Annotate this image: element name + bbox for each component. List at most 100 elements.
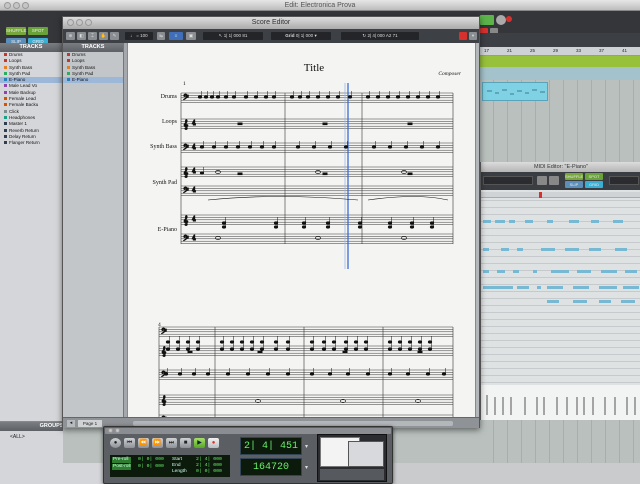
trim-tool-button[interactable]: ◧ bbox=[77, 32, 86, 40]
score-zoom-button[interactable] bbox=[85, 19, 92, 26]
velocity-stalks bbox=[486, 395, 636, 415]
midi-note[interactable] bbox=[613, 220, 623, 223]
go-to-end-button[interactable]: ⏭ bbox=[166, 438, 177, 448]
post-roll-value[interactable]: 0| 0| 000 bbox=[138, 464, 164, 469]
pre-roll-label[interactable]: Pre-roll bbox=[112, 457, 131, 463]
midi-note[interactable] bbox=[547, 220, 553, 223]
midi-note[interactable] bbox=[551, 270, 569, 273]
midi-note[interactable] bbox=[525, 220, 533, 223]
midi-note[interactable] bbox=[589, 248, 601, 251]
note-head bbox=[345, 372, 351, 376]
midi-note[interactable] bbox=[573, 300, 587, 303]
midi-note[interactable] bbox=[569, 220, 579, 223]
midi-note[interactable] bbox=[533, 270, 537, 273]
close-window-button[interactable] bbox=[4, 2, 11, 9]
sub-counter[interactable]: 164720 bbox=[240, 458, 302, 476]
midi-note[interactable] bbox=[599, 286, 617, 289]
midi-slip-button[interactable]: SLIP bbox=[565, 181, 583, 188]
note-head bbox=[273, 340, 279, 344]
midi-note[interactable] bbox=[509, 220, 515, 223]
play-button[interactable]: ▶ bbox=[194, 438, 205, 448]
mini-window-thumbnail[interactable] bbox=[317, 434, 387, 482]
window-menu-button[interactable]: ▾ bbox=[469, 32, 477, 40]
online-button[interactable]: ● bbox=[110, 438, 121, 448]
midi-note[interactable] bbox=[565, 248, 579, 251]
midi-view-button[interactable] bbox=[537, 176, 547, 185]
grid-display[interactable]: Grid 0| 1| 000 ▾ bbox=[271, 32, 331, 40]
midi-shuffle-button[interactable]: SHUFFLE bbox=[565, 173, 583, 180]
record-enable-button[interactable]: ● bbox=[208, 438, 219, 448]
prev-page-icon[interactable]: ◂ bbox=[67, 420, 75, 427]
main-counter-menu-icon[interactable]: ▾ bbox=[305, 443, 308, 450]
midi-note[interactable] bbox=[621, 300, 635, 303]
midi-note[interactable] bbox=[541, 248, 555, 251]
link-button[interactable]: ≡ bbox=[169, 32, 183, 40]
spot-mode-button[interactable]: SPOT bbox=[28, 27, 48, 35]
midi-note[interactable] bbox=[547, 300, 559, 303]
midi-note[interactable] bbox=[517, 248, 523, 251]
midi-grid-button[interactable]: GRID bbox=[585, 181, 603, 188]
midi-note[interactable] bbox=[599, 300, 611, 303]
midi-note[interactable] bbox=[577, 270, 591, 273]
select-tool-button[interactable]: ⌶ bbox=[88, 32, 97, 40]
zoom-tool-button[interactable]: ⊕ bbox=[66, 32, 75, 40]
midi-note[interactable] bbox=[547, 286, 563, 289]
velocity-lane[interactable] bbox=[481, 385, 640, 420]
midi-note[interactable] bbox=[483, 248, 489, 251]
stop-button[interactable]: ■ bbox=[180, 438, 191, 448]
shuffle-mode-button[interactable]: SHUFFLE bbox=[6, 27, 27, 35]
midi-note[interactable] bbox=[623, 286, 639, 289]
record-enable-icon[interactable] bbox=[506, 16, 512, 22]
mirror-button[interactable]: ⇋ bbox=[157, 32, 165, 40]
midi-note[interactable] bbox=[501, 248, 509, 251]
midi-note[interactable] bbox=[483, 286, 513, 289]
midi-note[interactable] bbox=[513, 270, 519, 273]
track-options-button[interactable]: ▣ bbox=[186, 32, 196, 40]
midi-note[interactable] bbox=[497, 270, 505, 273]
grabber-tool-button[interactable]: ✋ bbox=[99, 32, 108, 40]
midi-note[interactable] bbox=[517, 286, 529, 289]
midi-note[interactable] bbox=[625, 270, 637, 273]
start-value[interactable]: 2| 4| 000 bbox=[196, 457, 222, 462]
record-mode-icon[interactable] bbox=[496, 15, 506, 25]
midi-note-grid[interactable] bbox=[481, 190, 640, 420]
midi-note[interactable] bbox=[537, 286, 541, 289]
transport-close-button[interactable] bbox=[108, 428, 113, 433]
score-close-button[interactable] bbox=[67, 19, 74, 26]
tempo-display[interactable]: ♩ = 100 bbox=[125, 32, 153, 40]
length-value[interactable]: 0| 0| 000 bbox=[196, 469, 222, 474]
midi-note[interactable] bbox=[601, 270, 617, 273]
score-page[interactable]: Title Composer 1 4 Drums Loops Synth Bas… bbox=[127, 43, 475, 427]
page-tab[interactable]: Page 1 bbox=[78, 420, 102, 427]
pencil-tool-button[interactable]: ✎ bbox=[110, 32, 119, 40]
minimize-window-button[interactable] bbox=[13, 2, 20, 9]
zoom-window-button[interactable] bbox=[22, 2, 29, 9]
midi-note[interactable] bbox=[573, 286, 589, 289]
rewind-button[interactable]: ⏪ bbox=[138, 438, 149, 448]
midi-tool-selector[interactable] bbox=[483, 176, 533, 185]
score-vertical-scrollbar[interactable] bbox=[475, 43, 479, 417]
post-roll-label[interactable]: Post-roll bbox=[112, 464, 131, 470]
midi-note[interactable] bbox=[591, 220, 599, 223]
score-track-item[interactable]: E-Piano bbox=[63, 77, 123, 84]
pre-roll-value[interactable]: 0| 0| 000 bbox=[138, 457, 164, 462]
midi-note[interactable] bbox=[615, 248, 627, 251]
return-to-zero-button[interactable]: ⏮ bbox=[124, 438, 135, 448]
tool-button[interactable] bbox=[480, 15, 494, 25]
sub-counter-menu-icon[interactable]: ▾ bbox=[305, 464, 308, 471]
fast-forward-button[interactable]: ⏩ bbox=[152, 438, 163, 448]
midi-spot-button[interactable]: SPOT bbox=[585, 173, 603, 180]
record-button[interactable] bbox=[459, 32, 467, 40]
midi-note[interactable] bbox=[483, 220, 491, 223]
midi-note[interactable] bbox=[483, 270, 489, 273]
score-minimize-button[interactable] bbox=[76, 19, 83, 26]
nudge-display[interactable]: ↻ 2| 4| 000 A2 71 bbox=[341, 32, 419, 40]
midi-clip[interactable] bbox=[482, 82, 548, 101]
midi-note[interactable] bbox=[495, 220, 505, 223]
end-value[interactable]: 2| 4| 000 bbox=[196, 463, 222, 468]
main-counter[interactable]: 2| 4| 451 bbox=[240, 437, 302, 455]
track-list-item[interactable]: Flanger Return bbox=[0, 140, 62, 146]
position-display[interactable]: ↖ 1| 1| 000 81 bbox=[203, 32, 263, 40]
transport-minimize-button[interactable] bbox=[115, 428, 120, 433]
midi-snap-button[interactable] bbox=[549, 176, 559, 185]
